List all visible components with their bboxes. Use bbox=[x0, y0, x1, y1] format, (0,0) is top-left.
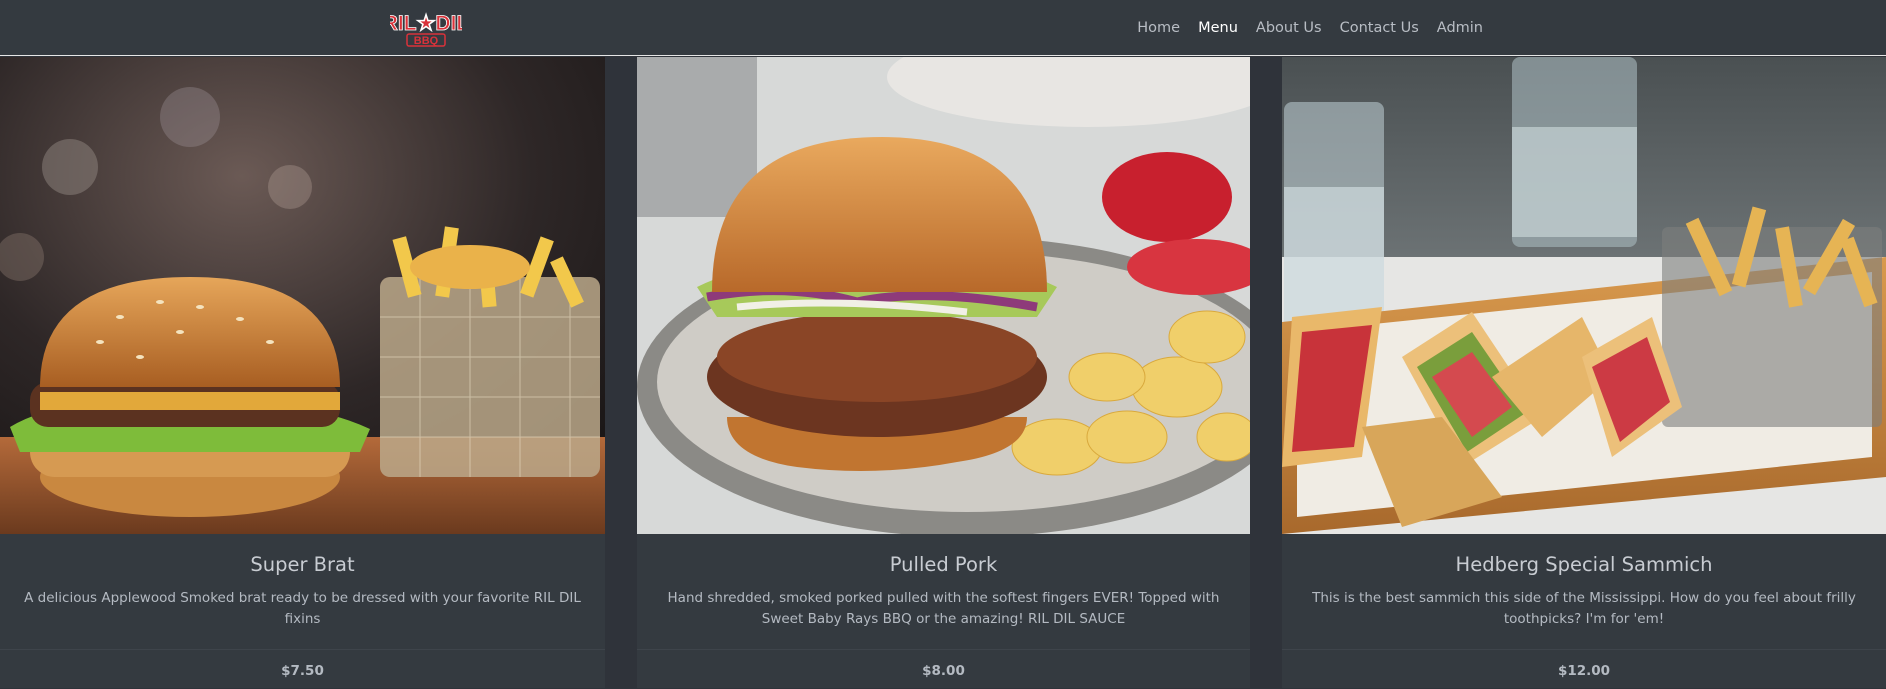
card-footer: $7.50 bbox=[0, 649, 605, 689]
nav-link-home[interactable]: Home bbox=[1128, 20, 1189, 36]
main-nav: Home Menu About Us Contact Us Admin bbox=[1128, 0, 1492, 56]
nav-link-menu[interactable]: Menu bbox=[1189, 20, 1247, 36]
menu-item-title: Super Brat bbox=[250, 553, 355, 576]
menu-card: Pulled Pork Hand shredded, smoked porked… bbox=[637, 57, 1250, 688]
nav-link-about-us[interactable]: About Us bbox=[1247, 20, 1331, 36]
menu-card: Hedberg Special Sammich This is the best… bbox=[1282, 57, 1886, 688]
menu-item-price: $12.00 bbox=[1557, 663, 1611, 679]
menu-item-price: $7.50 bbox=[281, 663, 324, 679]
club-sandwich-photo bbox=[1282, 57, 1886, 534]
menu-card: Super Brat A delicious Applewood Smoked … bbox=[0, 57, 605, 688]
brand-logo[interactable]: RIL★DIL BBQ bbox=[382, 7, 469, 49]
menu-item-description: A delicious Applewood Smoked brat ready … bbox=[24, 590, 581, 627]
logo-text-top: RIL★DIL bbox=[390, 12, 462, 35]
menu-item-price: $8.00 bbox=[922, 663, 965, 679]
menu-item-title: Hedberg Special Sammich bbox=[1455, 553, 1713, 576]
menu-item-description: This is the best sammich this side of th… bbox=[1312, 590, 1856, 627]
nav-link-admin[interactable]: Admin bbox=[1428, 20, 1492, 36]
pulled-pork-sandwich-photo bbox=[637, 57, 1250, 534]
navbar: RIL★DIL BBQ Home Menu About Us Contact U… bbox=[0, 0, 1886, 56]
card-footer: $12.00 bbox=[1282, 649, 1886, 689]
nav-link-contact-us[interactable]: Contact Us bbox=[1331, 20, 1428, 36]
card-footer: $8.00 bbox=[637, 649, 1250, 689]
menu-item-title: Pulled Pork bbox=[889, 553, 998, 576]
burger-and-fries-photo bbox=[0, 57, 605, 534]
logo-text-bottom: BBQ bbox=[414, 35, 439, 47]
menu-item-description: Hand shredded, smoked porked pulled with… bbox=[667, 590, 1220, 627]
